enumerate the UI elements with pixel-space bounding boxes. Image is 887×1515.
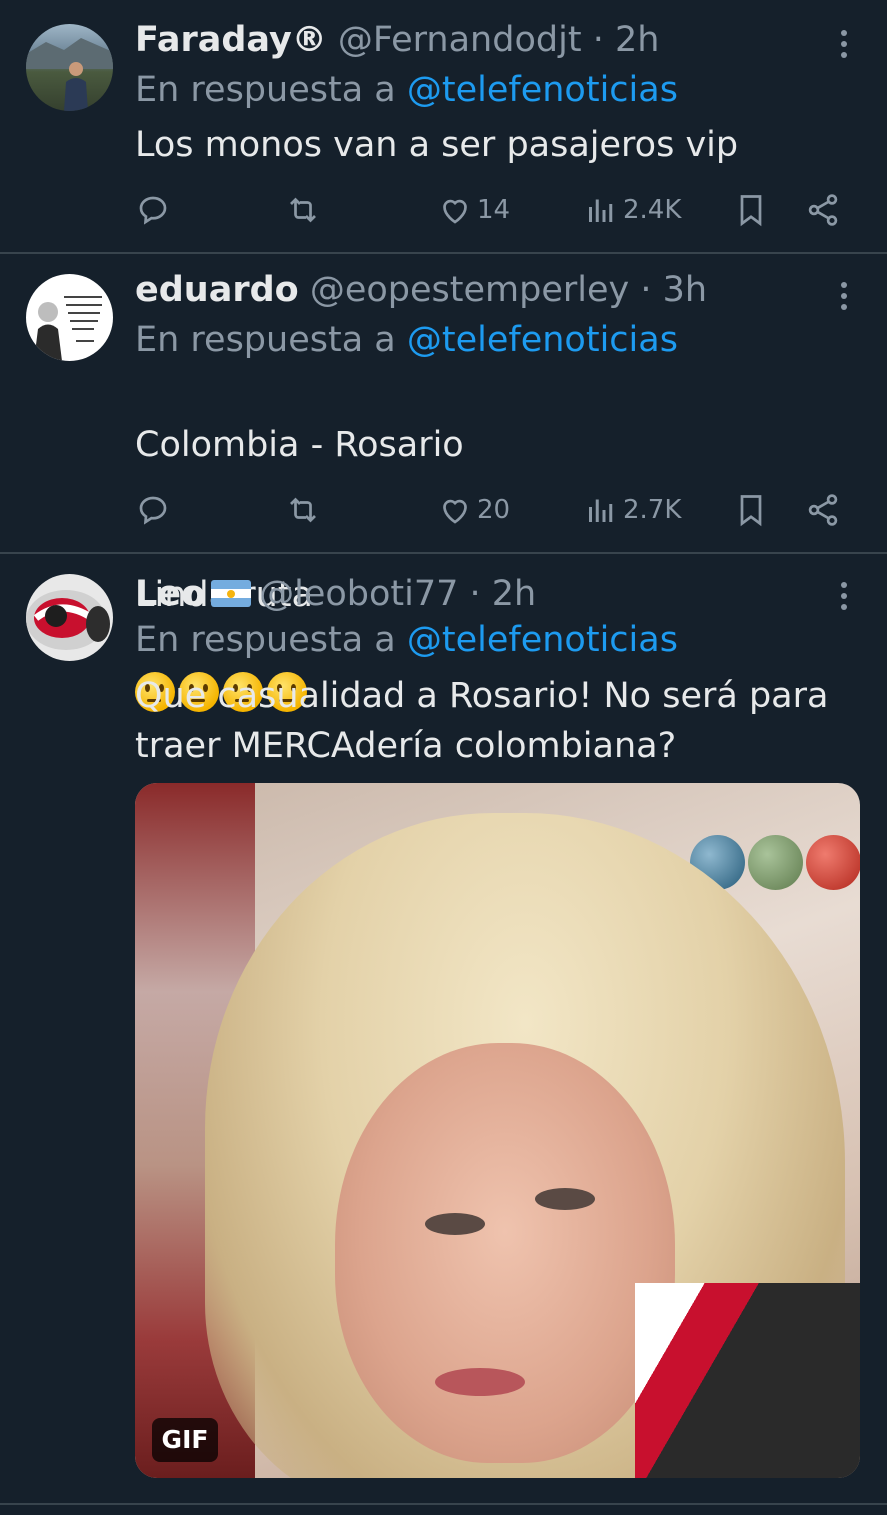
share-button[interactable]: [805, 490, 841, 530]
user-handle[interactable]: @Fernandodjt: [338, 20, 582, 60]
bookmark-icon: [740, 495, 762, 527]
reply-button[interactable]: [135, 190, 171, 230]
gif-media[interactable]: GIF: [135, 783, 860, 1478]
like-icon: [443, 499, 467, 524]
reply-mention[interactable]: @telefenoticias: [407, 320, 678, 360]
media-face: [335, 1043, 675, 1463]
bookmark-icon: [740, 195, 762, 227]
like-button[interactable]: 20: [437, 490, 510, 530]
timestamp[interactable]: · 2h: [593, 20, 660, 60]
more-icon[interactable]: [830, 30, 858, 60]
tweet-header: eduardo @eopestemperley · 3h: [135, 270, 707, 310]
views-icon: [589, 199, 613, 222]
share-icon: [808, 194, 838, 226]
tweet-header: Faraday® @Fernandodjt · 2h: [135, 20, 659, 60]
media-ball: [748, 835, 803, 890]
tweet-feed: Faraday® @Fernandodjt · 2h En respuesta …: [0, 0, 887, 1515]
retweet-icon: [290, 497, 316, 523]
retweet-icon: [290, 197, 316, 223]
more-icon[interactable]: [830, 582, 858, 612]
reply-mention[interactable]: @telefenoticias: [407, 70, 678, 110]
tweet-actions: 14 2.4K: [135, 190, 865, 230]
views-button[interactable]: 2.4K: [583, 190, 681, 230]
tweet-text-line: Colombia - Rosario: [135, 425, 464, 465]
views-count: 2.7K: [623, 495, 682, 525]
reply-context: En respuesta a @telefenoticias: [135, 620, 678, 660]
views-button[interactable]: 2.7K: [583, 490, 681, 530]
views-count: 2.4K: [623, 195, 682, 225]
media-lips: [435, 1368, 525, 1396]
share-button[interactable]: [805, 190, 841, 230]
tweet-actions: 20 2.7K: [135, 490, 865, 530]
like-icon: [443, 199, 467, 224]
avatar[interactable]: [26, 24, 113, 111]
display-name[interactable]: eduardo: [135, 270, 299, 310]
gif-badge[interactable]: GIF: [152, 1418, 218, 1462]
like-count: 20: [477, 495, 511, 525]
share-icon: [808, 494, 838, 526]
user-handle[interactable]: @leoboti77: [259, 574, 458, 614]
media-eye: [425, 1213, 485, 1235]
avatar-photo: [26, 38, 113, 111]
tweet[interactable]: Faraday® @Fernandodjt · 2h En respuesta …: [0, 0, 887, 252]
display-name[interactable]: Leo: [135, 574, 205, 614]
user-handle[interactable]: @eopestemperley: [310, 270, 629, 310]
media-ball: [806, 835, 860, 890]
reply-prefix: En respuesta a: [135, 320, 396, 360]
timestamp[interactable]: · 3h: [640, 270, 707, 310]
like-count: 14: [477, 195, 511, 225]
reply-prefix: En respuesta a: [135, 70, 396, 110]
reply-icon: [139, 496, 167, 525]
avatar[interactable]: [26, 574, 113, 661]
more-icon[interactable]: [830, 282, 858, 312]
timestamp[interactable]: · 2h: [470, 574, 537, 614]
argentina-flag-icon: [211, 580, 252, 607]
tweet-text: Los monos van a ser pasajeros vip: [135, 125, 739, 165]
reply-mention[interactable]: @telefenoticias: [407, 620, 678, 660]
like-button[interactable]: 14: [437, 190, 510, 230]
reply-icon: [139, 196, 167, 225]
retweet-button[interactable]: [285, 190, 321, 230]
media-jacket: [635, 1283, 860, 1478]
divider: [0, 1503, 887, 1505]
bookmark-button[interactable]: [733, 490, 769, 530]
reply-context: En respuesta a @telefenoticias: [135, 320, 678, 360]
retweet-button[interactable]: [285, 490, 321, 530]
tweet[interactable]: eduardo @eopestemperley · 3h En respuest…: [0, 254, 887, 712]
reply-context: En respuesta a @telefenoticias: [135, 70, 678, 110]
tweet-text: Que casualidad a Rosario! No será para t…: [135, 676, 829, 766]
avatar-photo: [34, 296, 102, 361]
media-eye: [535, 1188, 595, 1210]
tweet-header: Leo @leoboti77 · 2h: [135, 574, 536, 614]
reply-button[interactable]: [135, 490, 171, 530]
reply-prefix: En respuesta a: [135, 620, 396, 660]
bookmark-button[interactable]: [733, 190, 769, 230]
display-name[interactable]: Faraday®: [135, 20, 327, 60]
avatar[interactable]: [26, 274, 113, 361]
views-icon: [589, 499, 613, 522]
avatar-photo: [26, 590, 110, 650]
